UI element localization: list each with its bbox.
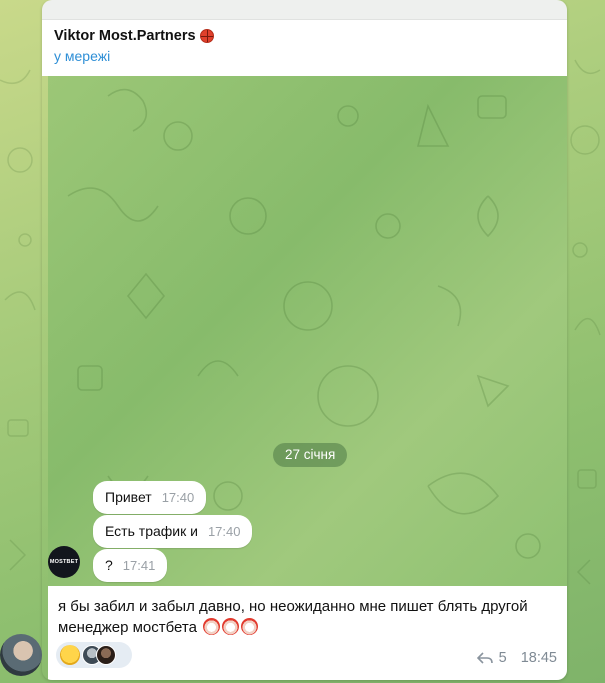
message-time: 17:40 [207, 524, 241, 539]
forwarded-chat-card: Viktor Most.Partners у мережі 27 січня П… [42, 0, 567, 680]
message-bubble[interactable]: ? 17:41 [93, 549, 168, 582]
card-top-strip [42, 0, 567, 20]
message-meta: 5 18:45 [476, 650, 557, 666]
reply-count[interactable]: 5 [499, 650, 507, 666]
date-separator: 27 січня [273, 443, 348, 467]
message-text: ? [105, 557, 113, 573]
grinning-emoji-icon [60, 645, 80, 665]
chat-header[interactable]: Viktor Most.Partners у мережі [42, 20, 567, 76]
message-text: Привет [105, 489, 152, 505]
message-time: 17:41 [122, 558, 156, 573]
clown-emoji-icon [222, 618, 240, 635]
message-time: 18:45 [520, 650, 557, 666]
message-caption[interactable]: я бы забил и забыл давно, но неожиданно … [48, 586, 567, 680]
reactor-avatar [96, 645, 116, 665]
message-bubble[interactable]: Есть трафик и 17:40 [93, 515, 253, 548]
basketball-icon [199, 29, 214, 43]
message-text: Есть трафик и [105, 523, 198, 539]
sender-avatar[interactable] [0, 634, 42, 676]
caption-text: я бы забил и забыл давно, но неожиданно … [58, 598, 528, 636]
clown-emoji-icon [241, 618, 259, 635]
message-time: 17:40 [161, 490, 195, 505]
mostbet-avatar[interactable]: MOSTBET [48, 546, 80, 578]
clown-emoji-icon [203, 618, 221, 635]
reply-icon[interactable] [476, 651, 493, 665]
contact-name[interactable]: Viktor Most.Partners [54, 28, 196, 44]
message-bubble[interactable]: Привет 17:40 [93, 481, 207, 514]
contact-status: у мережі [54, 48, 111, 64]
reactions-pill[interactable] [56, 642, 132, 668]
chat-area[interactable]: 27 січня Привет 17:40 Есть трафик и 17:40 … [48, 76, 567, 586]
